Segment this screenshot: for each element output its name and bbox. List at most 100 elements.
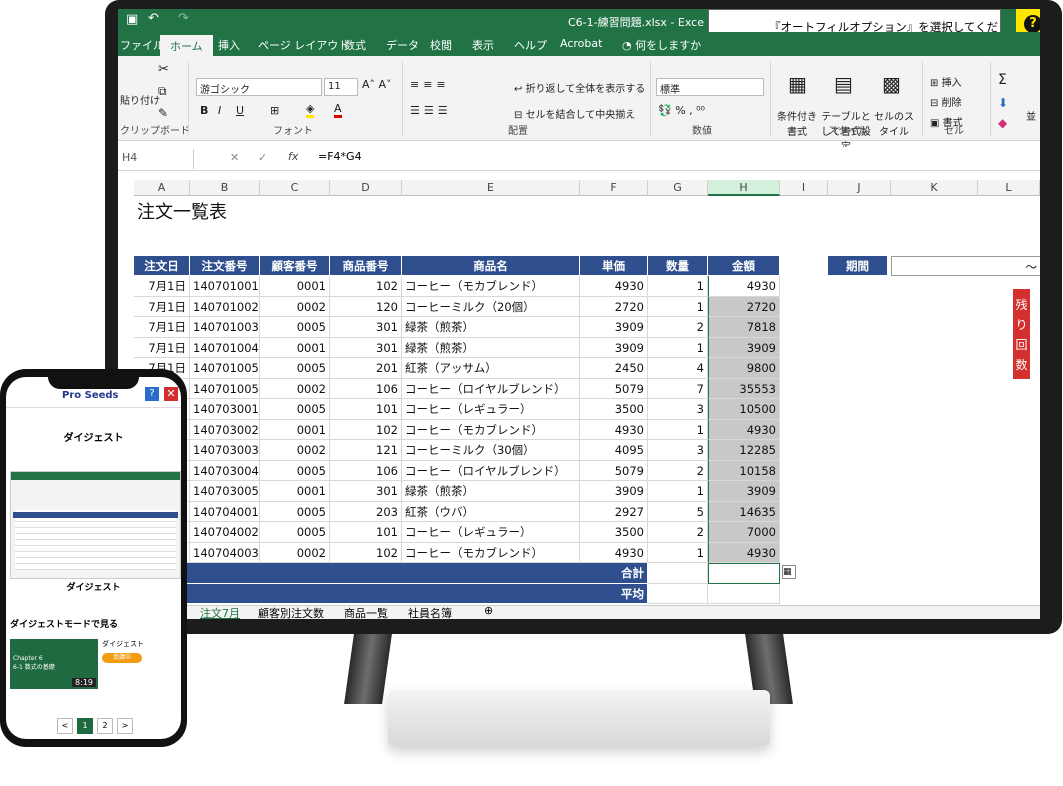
table-cell[interactable]: 4930 [580,542,648,563]
digest-mode-link[interactable]: ダイジェストモードで見る [10,617,118,630]
table-header-cell[interactable]: 商品名 [402,255,580,276]
autosum-icon[interactable]: Σ [998,72,1007,88]
tab-formulas[interactable]: 数式 [344,37,366,53]
column-header-L[interactable]: L [978,180,1040,196]
table-cell[interactable]: 0005 [260,522,330,543]
period-header[interactable]: 期間 [828,255,888,276]
table-cell[interactable]: 140701004 [190,337,260,358]
table-cell[interactable]: コーヒー（レギュラー） [402,522,580,543]
column-header-K[interactable]: K [891,180,978,196]
table-header-cell[interactable]: 注文日 [134,255,190,276]
table-cell[interactable]: 140703001 [190,399,260,420]
table-cell[interactable]: コーヒーミルク（20個） [402,296,580,317]
table-cell[interactable]: 2 [648,460,708,481]
table-cell[interactable]: 12285 [708,440,780,461]
table-cell[interactable]: 140701003 [190,317,260,338]
italic-button[interactable]: I [218,104,221,117]
font-color-icon[interactable]: A [334,102,342,118]
table-cell[interactable]: 101 [330,522,402,543]
format-painter-icon[interactable]: ✎ [158,106,168,120]
column-header-J[interactable]: J [828,180,891,196]
save-icon[interactable]: ▣ [126,12,138,27]
page-2[interactable]: 2 [97,718,113,734]
enter-icon[interactable]: ✓ [258,151,267,164]
table-cell[interactable]: コーヒー（ロイヤルブレンド） [402,378,580,399]
table-cell[interactable]: 7 [648,378,708,399]
tab-home[interactable]: ホーム [160,35,213,56]
total-amount-cell[interactable] [708,563,780,584]
fill-color-icon[interactable]: ◈ [306,102,315,118]
table-cell[interactable]: 7818 [708,317,780,338]
font-size-select[interactable]: 11 [324,78,358,96]
table-cell[interactable]: 0002 [260,296,330,317]
tab-insert[interactable]: 挿入 [218,37,240,53]
table-header-cell[interactable]: 商品番号 [330,255,402,276]
table-header-cell[interactable]: 単価 [580,255,648,276]
tell-me-search[interactable]: ◔ 何をしますか [622,37,701,53]
table-cell[interactable]: 緑茶（煎茶） [402,337,580,358]
undo-icon[interactable]: ↶ [148,11,159,26]
table-cell[interactable]: 10158 [708,460,780,481]
border-icon[interactable]: ⊞ [270,104,279,117]
cell-styles-button[interactable]: セルのスタイル [874,108,914,138]
average-label[interactable]: 平均 [134,583,648,604]
insert-cells-button[interactable]: ⊞ 挿入 [930,74,962,89]
table-cell[interactable]: 121 [330,440,402,461]
tab-view[interactable]: 表示 [472,37,494,53]
table-cell[interactable]: 4930 [580,276,648,297]
table-cell[interactable]: 3 [648,440,708,461]
table-cell[interactable]: 3500 [580,399,648,420]
merge-center-button[interactable]: ⊟ セルを結合して中央揃え [514,106,635,121]
table-cell[interactable]: 緑茶（煎茶） [402,317,580,338]
paste-button[interactable]: 貼り付け [120,92,160,107]
table-cell[interactable]: 140701001 [190,276,260,297]
table-cell[interactable]: 2 [648,522,708,543]
table-cell[interactable]: 140701005 [190,378,260,399]
table-cell[interactable]: 203 [330,501,402,522]
table-cell[interactable]: 5 [648,501,708,522]
table-cell[interactable]: 140703005 [190,481,260,502]
table-cell[interactable]: 102 [330,542,402,563]
table-cell[interactable]: 0005 [260,399,330,420]
table-cell[interactable]: コーヒー（モカブレンド） [402,276,580,297]
table-cell[interactable]: 301 [330,337,402,358]
sheet-tab-customer[interactable]: 顧客別注文数 [258,605,324,619]
table-cell[interactable]: 0001 [260,419,330,440]
table-cell[interactable]: 1 [648,296,708,317]
table-cell[interactable]: 4 [648,358,708,379]
column-header-D[interactable]: D [330,180,402,196]
number-format-select[interactable]: 標準 [656,78,764,96]
table-cell[interactable]: 101 [330,399,402,420]
table-cell[interactable]: 0002 [260,378,330,399]
table-cell[interactable]: 0005 [260,317,330,338]
table-cell[interactable]: 102 [330,276,402,297]
table-header-cell[interactable]: 顧客番号 [260,255,330,276]
table-cell[interactable]: 35553 [708,378,780,399]
add-sheet-icon[interactable]: ⊕ [484,604,493,617]
table-cell[interactable]: 紅茶（ウバ） [402,501,580,522]
page-1[interactable]: 1 [77,718,93,734]
help-icon[interactable]: ? [145,387,159,401]
table-cell[interactable]: 4930 [580,419,648,440]
page-prev[interactable]: < [57,718,73,734]
table-cell[interactable]: 120 [330,296,402,317]
close-icon[interactable]: ✕ [164,387,178,401]
table-cell[interactable]: 4930 [708,542,780,563]
table-cell[interactable]: 1 [648,276,708,297]
table-cell[interactable]: 140703003 [190,440,260,461]
sheet-tab-employees[interactable]: 社員名簿 [408,605,452,619]
table-cell[interactable]: 4930 [708,276,780,297]
average-qty-cell[interactable] [648,583,708,604]
table-cell[interactable]: 3500 [580,522,648,543]
column-header-H[interactable]: H [708,180,780,196]
table-cell[interactable]: 2927 [580,501,648,522]
table-cell[interactable]: 0005 [260,358,330,379]
table-cell[interactable]: 0001 [260,337,330,358]
table-cell[interactable]: 7月1日 [134,276,190,297]
table-cell[interactable]: 140701002 [190,296,260,317]
tab-acrobat[interactable]: Acrobat [560,37,602,50]
table-cell[interactable]: 10500 [708,399,780,420]
table-cell[interactable]: 1 [648,419,708,440]
table-cell[interactable]: 0002 [260,440,330,461]
tab-help[interactable]: ヘルプ [514,37,547,53]
